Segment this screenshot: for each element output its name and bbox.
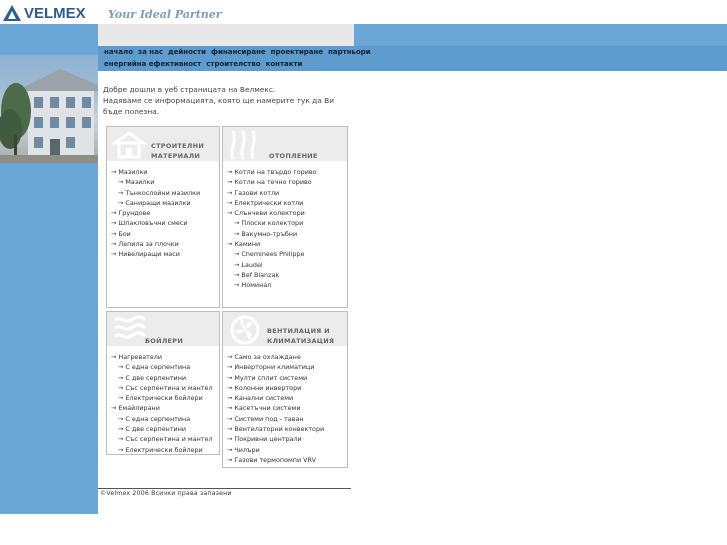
list-item[interactable]: → Електрически бойлери	[111, 393, 213, 403]
building-items: → Мазилки → Мазилки → Тънкослойни мазилк…	[111, 167, 200, 260]
nav-design[interactable]: проектиране	[271, 48, 323, 56]
footer-divider	[98, 488, 351, 489]
list-item[interactable]: → Вакумно-тръбни	[227, 229, 317, 239]
main-nav-row-1: начало за нас дейности финансиране проек…	[104, 48, 371, 56]
nav-energy-efficiency[interactable]: енергийна ефективност	[104, 60, 201, 68]
list-item[interactable]: → Със серпентина и мантел	[111, 434, 213, 444]
nav-home[interactable]: начало	[104, 48, 133, 56]
list-item[interactable]: → Нагреватели	[111, 352, 213, 362]
water-waves-icon	[114, 315, 147, 339]
list-item[interactable]: → Лепила за плочки	[111, 239, 200, 249]
building-photo	[0, 55, 98, 163]
list-item[interactable]: → Cheminees Philippe	[227, 249, 317, 259]
list-item[interactable]: → Инверторни климатици	[227, 362, 324, 372]
footer-copyright: ©Velmex 2006 Всички права запазени	[100, 490, 232, 497]
section-title: СТРОИТЕЛНИ МАТЕРИАЛИ	[151, 142, 205, 160]
list-item[interactable]: → С две серпентини	[111, 373, 213, 383]
fan-icon	[230, 315, 260, 345]
list-item[interactable]: → Вентилаторни конвектори	[227, 424, 324, 434]
ventilation-items: → Само за охлаждане → Инверторни климати…	[227, 352, 324, 465]
nav-contacts[interactable]: контакти	[266, 60, 303, 68]
list-item[interactable]: → Тънкослойни мазилки	[111, 188, 200, 198]
flame-icon	[230, 130, 256, 160]
list-item[interactable]: → Плоски колектори	[227, 218, 317, 228]
list-item[interactable]: → С една серпентина	[111, 362, 213, 372]
heating-items: → Котли на твърдо гориво → Котли на течн…	[227, 167, 317, 291]
section-header: ОТОПЛЕНИЕ	[223, 127, 347, 161]
list-item[interactable]: → Мазилки	[111, 177, 200, 187]
logo-text: VELMEX	[24, 4, 86, 22]
list-item[interactable]: → Шпакловъчни смеси	[111, 218, 200, 228]
list-item[interactable]: → Грундове	[111, 208, 200, 218]
list-item[interactable]: → Газови термопомпи VRV	[227, 455, 324, 465]
section-header: СТРОИТЕЛНИ МАТЕРИАЛИ	[107, 127, 219, 161]
list-item[interactable]: → Нивелиращи маси	[111, 249, 200, 259]
intro-line-2: Надяваме се информацията, която ще намер…	[103, 96, 335, 116]
list-item[interactable]: → Емайлирани	[111, 403, 213, 413]
list-item[interactable]: → С две серпентини	[111, 424, 213, 434]
list-item[interactable]: → Само за охлаждане	[227, 352, 324, 362]
section-heating: ОТОПЛЕНИЕ → Котли на твърдо гориво → Кот…	[222, 126, 348, 308]
section-ventilation: ВЕНТИЛАЦИЯ И КЛИМАТИЗАЦИЯ → Само за охла…	[222, 311, 348, 468]
list-item[interactable]: → Чилъри	[227, 445, 324, 455]
section-header: БОЙЛЕРИ	[107, 312, 219, 346]
intro-line-1: Добре дошли в уеб страницата на Велмекс.	[103, 85, 276, 94]
list-item[interactable]: → Котли на течно гориво	[227, 177, 317, 187]
section-header: ВЕНТИЛАЦИЯ И КЛИМАТИЗАЦИЯ	[223, 312, 347, 346]
section-title: ВЕНТИЛАЦИЯ И КЛИМАТИЗАЦИЯ	[267, 327, 335, 345]
list-item[interactable]: → Мулти сплит системи	[227, 373, 324, 383]
nav-about[interactable]: за нас	[138, 48, 163, 56]
list-item[interactable]: → Бои	[111, 229, 200, 239]
list-item[interactable]: → Покривни централи	[227, 434, 324, 444]
section-title: ОТОПЛЕНИЕ	[269, 152, 318, 160]
velmex-logo[interactable]: VELMEX	[2, 3, 86, 23]
list-item[interactable]: → С една серпентина	[111, 414, 213, 424]
list-item[interactable]: → Котли на твърдо гориво	[227, 167, 317, 177]
nav-construction[interactable]: строителство	[206, 60, 260, 68]
list-item[interactable]: → Bef Blanzak	[227, 270, 317, 280]
boilers-items: → Нагреватели → С една серпентина → С дв…	[111, 352, 213, 455]
main-nav-row-2: енергийна ефективност строителство конта…	[104, 60, 302, 68]
list-item[interactable]: → Саниращи мазилки	[111, 198, 200, 208]
list-item[interactable]: → Газови котли	[227, 188, 317, 198]
list-item[interactable]: → Електрически котли	[227, 198, 317, 208]
house-icon	[111, 131, 147, 159]
list-item[interactable]: → Колонни инвертори	[227, 383, 324, 393]
list-item[interactable]: → Канални системи	[227, 393, 324, 403]
top-band	[98, 24, 354, 46]
list-item[interactable]: → Със серпентина и мантел	[111, 383, 213, 393]
section-title: БОЙЛЕРИ	[145, 337, 184, 345]
top-band-right	[354, 24, 727, 46]
logo-triangle-icon	[3, 5, 21, 21]
nav-activities[interactable]: дейности	[168, 48, 206, 56]
section-boilers: БОЙЛЕРИ → Нагреватели → С една серпентин…	[106, 311, 220, 455]
list-item[interactable]: → Laudel	[227, 260, 317, 270]
list-item[interactable]: → Камини	[227, 239, 317, 249]
list-item[interactable]: → Електрически бойлери	[111, 445, 213, 455]
list-item[interactable]: → Системи под - таван	[227, 414, 324, 424]
intro-text: Добре дошли в уеб страницата на Велмекс.…	[103, 84, 353, 117]
nav-financing[interactable]: финансиране	[211, 48, 266, 56]
list-item[interactable]: → Касетъчни системи	[227, 403, 324, 413]
nav-partners[interactable]: партньори	[328, 48, 371, 56]
section-building-materials: СТРОИТЕЛНИ МАТЕРИАЛИ → Мазилки → Мазилки…	[106, 126, 220, 308]
tagline: Your Ideal Partner	[108, 8, 222, 21]
list-item[interactable]: → Мазилки	[111, 167, 200, 177]
list-item[interactable]: → Номинал	[227, 280, 317, 290]
list-item[interactable]: → Слънчеви колектори	[227, 208, 317, 218]
